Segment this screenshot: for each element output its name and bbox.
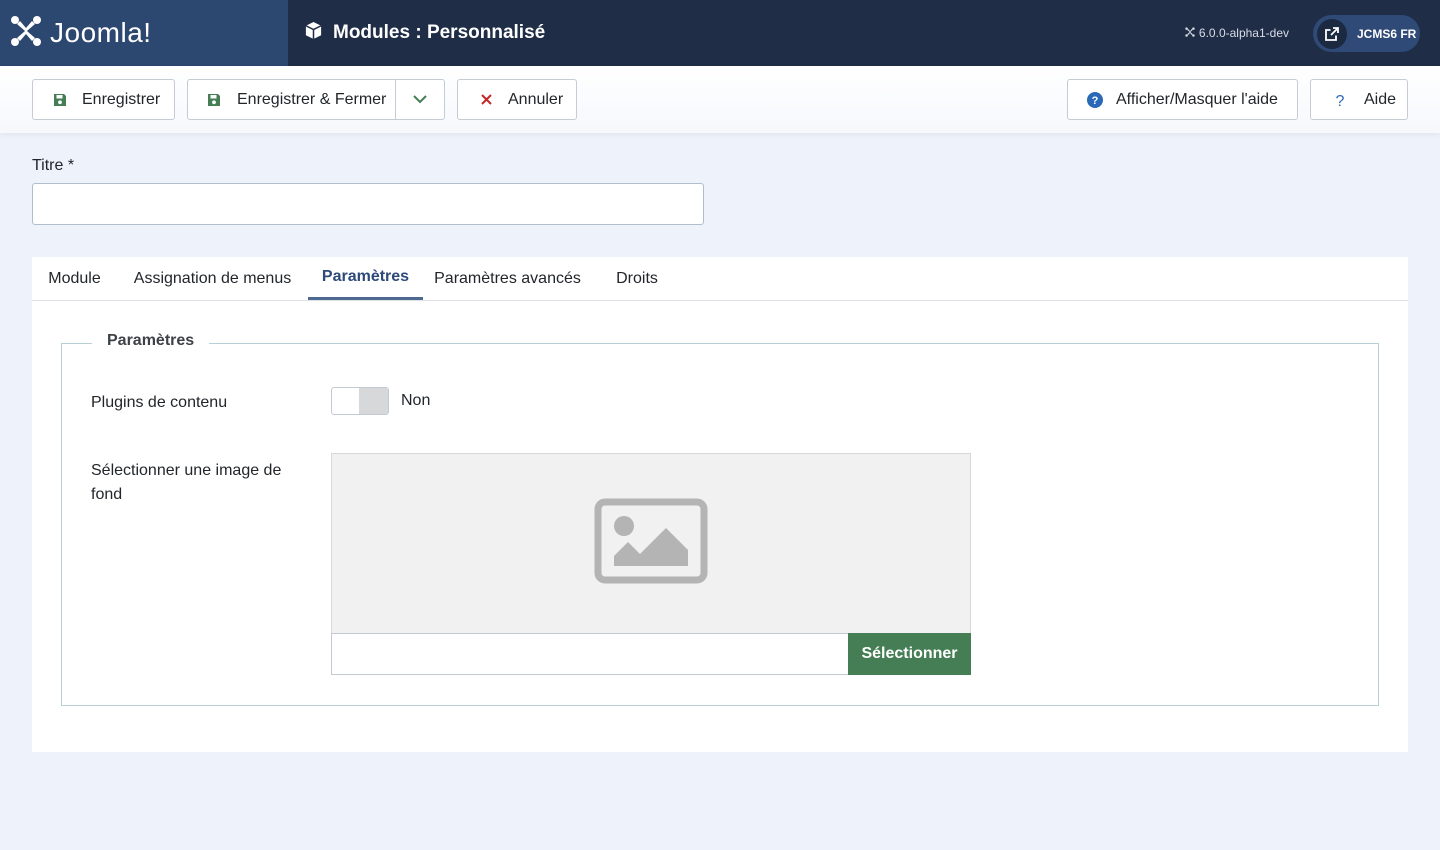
content-plugins-label: Plugins de contenu [91,394,228,411]
logo-text: Joomla! [50,17,152,48]
save-close-label: Enregistrer & Fermer [237,90,387,108]
tab-parameters[interactable]: Paramètres [308,257,423,300]
question-circle-icon: ? [1087,91,1103,108]
view-site-button[interactable]: JCMS6 FR [1313,15,1420,52]
header: Joomla! Modules : Personnalisé 6.0.0-alp… [0,0,1440,66]
tab-permissions[interactable]: Droits [592,257,682,300]
cancel-label: Annuler [508,90,564,108]
version-text: 6.0.0-alpha1-dev [1198,26,1289,40]
save-button[interactable]: Enregistrer [32,79,175,120]
content-plugins-toggle[interactable] [331,387,389,415]
save-icon [206,92,222,108]
chevron-down-icon [413,91,427,109]
site-label: JCMS6 FR [1357,26,1417,41]
tabs-card: Module Assignation de menus Paramètres P… [32,257,1408,752]
tab-menu-assignment[interactable]: Assignation de menus [117,257,308,300]
parameters-fieldset: Paramètres Plugins de contenu Non Sélect… [61,332,1379,706]
toggle-help-button[interactable]: ? Afficher/Masquer l'aide [1067,79,1298,120]
joomla-logo-icon [10,15,42,52]
tab-bar: Module Assignation de menus Paramètres P… [32,257,1408,301]
fieldset-legend: Paramètres [92,332,210,350]
svg-text:?: ? [1092,95,1099,107]
tab-advanced-parameters[interactable]: Paramètres avancés [423,257,592,300]
question-icon: ? [1332,92,1348,108]
help-label: Aide [1364,90,1397,108]
toggle-help-label: Afficher/Masquer l'aide [1116,90,1278,108]
save-close-button[interactable]: Enregistrer & Fermer [187,79,396,120]
image-placeholder-icon [594,498,708,589]
version-info: 6.0.0-alpha1-dev [1185,26,1289,40]
save-label: Enregistrer [82,90,161,108]
save-options-dropdown[interactable] [395,79,445,120]
toolbar: Enregistrer Enregistrer & Fermer Annuler [0,66,1440,133]
content-plugins-value: Non [401,392,431,409]
background-image-label: Sélectionner une image de fond [91,462,282,503]
close-icon [478,92,494,108]
save-icon [52,92,68,108]
title-label: Titre * [32,157,75,174]
image-preview [331,453,971,634]
help-button[interactable]: ? Aide [1310,79,1408,120]
page-title: Modules : Personnalisé [333,22,546,43]
cancel-button[interactable]: Annuler [457,79,577,120]
select-image-button[interactable]: Sélectionner [848,633,971,675]
image-path-input[interactable] [331,633,849,675]
joomla-small-icon [1185,26,1195,40]
svg-text:?: ? [1336,93,1345,108]
toggle-knob [359,388,388,414]
title-input[interactable] [32,183,704,225]
external-link-icon [1317,18,1347,49]
logo[interactable]: Joomla! [0,0,288,66]
tab-module[interactable]: Module [32,257,117,300]
cube-icon [304,21,323,45]
page-title-area: Modules : Personnalisé [304,0,545,66]
